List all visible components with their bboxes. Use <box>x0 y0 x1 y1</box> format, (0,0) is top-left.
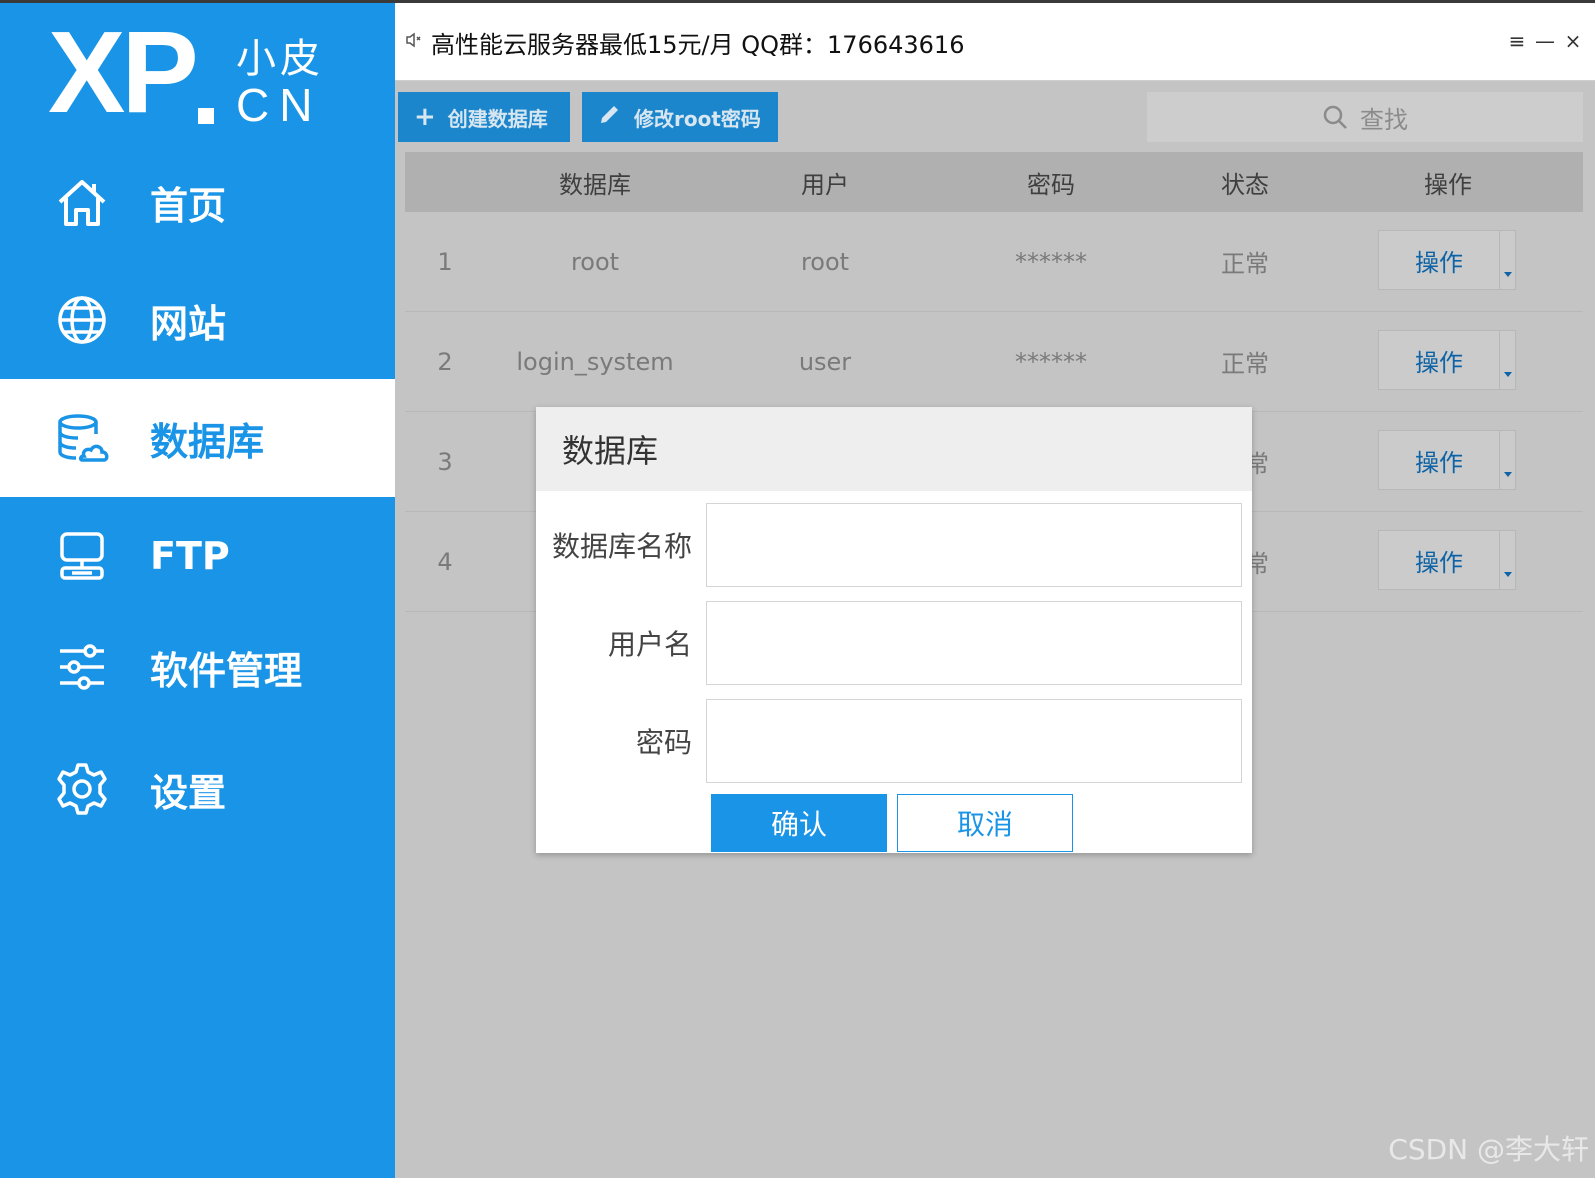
database-dialog: 数据库 数据库名称 用户名 密码 确认 取消 <box>536 407 1252 853</box>
sidebar-item-ftp[interactable]: FTP <box>0 497 395 615</box>
password-input[interactable] <box>706 699 1242 783</box>
caret-down-icon[interactable] <box>1499 531 1515 589</box>
cancel-button[interactable]: 取消 <box>897 794 1073 852</box>
dialog-title: 数据库 <box>536 407 1252 491</box>
window-top-border <box>0 0 1595 3</box>
row-database: root <box>570 247 620 276</box>
table-row: 2 login_system user ****** 正常 操作 <box>405 312 1583 412</box>
row-user: root <box>800 247 850 276</box>
sidebar-item-label: FTP <box>150 534 230 578</box>
row-action-button[interactable]: 操作 <box>1378 530 1516 590</box>
database-icon <box>54 410 110 466</box>
window-controls: ≡ — × <box>1507 29 1583 53</box>
logo-xp-text: XP <box>48 7 199 137</box>
row-action-label: 操作 <box>1415 448 1463 477</box>
password-row: 密码 <box>536 699 1252 783</box>
announcement-text: 高性能云服务器最低15元/月 QQ群：176643616 <box>431 31 965 59</box>
row-action-label: 操作 <box>1415 548 1463 577</box>
username-input[interactable] <box>706 601 1242 685</box>
globe-icon <box>54 292 110 348</box>
caret-down-icon[interactable] <box>1499 431 1515 489</box>
pencil-icon <box>598 102 622 133</box>
sidebar-item-website[interactable]: 网站 <box>0 261 395 379</box>
column-header-actions: 操作 <box>1424 170 1472 199</box>
username-row: 用户名 <box>536 601 1252 685</box>
title-bar: 高性能云服务器最低15元/月 QQ群：176643616 ≡ — × <box>395 3 1595 81</box>
close-icon[interactable]: × <box>1563 29 1583 53</box>
change-root-password-label: 修改root密码 <box>634 106 761 131</box>
create-database-label: 创建数据库 <box>447 106 548 131</box>
change-root-password-button[interactable]: 修改root密码 <box>582 92 778 142</box>
sidebar-item-database[interactable]: 数据库 <box>0 379 395 497</box>
plus-icon: + <box>414 102 436 132</box>
column-header-password: 密码 <box>1027 170 1075 199</box>
ftp-server-icon <box>54 528 110 584</box>
row-user: user <box>798 347 852 376</box>
minimize-icon[interactable]: — <box>1535 29 1555 53</box>
caret-down-icon[interactable] <box>1499 331 1515 389</box>
row-status: 正常 <box>1221 350 1269 378</box>
caret-down-icon[interactable] <box>1499 231 1515 289</box>
column-header-database: 数据库 <box>559 170 631 199</box>
sliders-icon <box>54 639 110 695</box>
db-name-label: 数据库名称 <box>551 530 692 563</box>
sidebar-item-home[interactable]: 首页 <box>0 143 395 261</box>
row-database: login_system <box>516 347 674 376</box>
sidebar-item-label: 首页 <box>150 183 227 228</box>
row-action-button[interactable]: 操作 <box>1378 430 1516 490</box>
sidebar-item-settings[interactable]: 设置 <box>0 730 395 848</box>
create-database-button[interactable]: + 创建数据库 <box>398 92 570 142</box>
row-action-label: 操作 <box>1415 248 1463 277</box>
watermark-text: CSDN @李大轩 <box>1388 1133 1589 1166</box>
row-index: 1 <box>437 247 453 276</box>
sidebar-item-label: 网站 <box>150 301 227 346</box>
sidebar-item-label: 软件管理 <box>150 648 303 693</box>
home-icon <box>54 174 110 230</box>
row-index: 2 <box>437 347 453 376</box>
sidebar-item-software[interactable]: 软件管理 <box>0 608 395 726</box>
confirm-button[interactable]: 确认 <box>711 794 887 852</box>
row-index: 3 <box>437 447 453 476</box>
row-action-label: 操作 <box>1415 348 1463 377</box>
logo-cn-bottom-text: CN <box>236 79 323 131</box>
speaker-icon <box>405 31 423 49</box>
menu-icon[interactable]: ≡ <box>1507 29 1527 53</box>
search-label: 查找 <box>1360 105 1408 134</box>
db-name-row: 数据库名称 <box>536 503 1252 587</box>
logo-dot <box>198 108 214 124</box>
column-header-status: 状态 <box>1221 170 1269 199</box>
table-header: 数据库 用户 密码 状态 操作 <box>405 152 1583 212</box>
app-logo: XP 小皮 CN <box>48 14 348 132</box>
sidebar: XP 小皮 CN 首页 网站 数据库 FTP 软件管理 设置 <box>0 0 395 1178</box>
search-icon <box>1323 105 1347 129</box>
sidebar-item-label: 设置 <box>150 770 227 815</box>
table-row: 1 root root ****** 正常 操作 <box>405 212 1583 312</box>
gear-icon <box>54 761 110 817</box>
sidebar-item-label: 数据库 <box>150 419 265 464</box>
row-password: ****** <box>1015 248 1087 276</box>
row-password: ****** <box>1015 348 1087 376</box>
row-action-button[interactable]: 操作 <box>1378 330 1516 390</box>
search-input[interactable]: 查找 <box>1147 92 1583 142</box>
username-label: 用户名 <box>607 628 692 661</box>
row-index: 4 <box>437 547 453 576</box>
logo-cn-top-text: 小皮 <box>236 36 324 82</box>
row-status: 正常 <box>1221 250 1269 278</box>
password-label: 密码 <box>635 726 692 759</box>
column-header-user: 用户 <box>801 170 849 199</box>
db-name-input[interactable] <box>706 503 1242 587</box>
row-action-button[interactable]: 操作 <box>1378 230 1516 290</box>
